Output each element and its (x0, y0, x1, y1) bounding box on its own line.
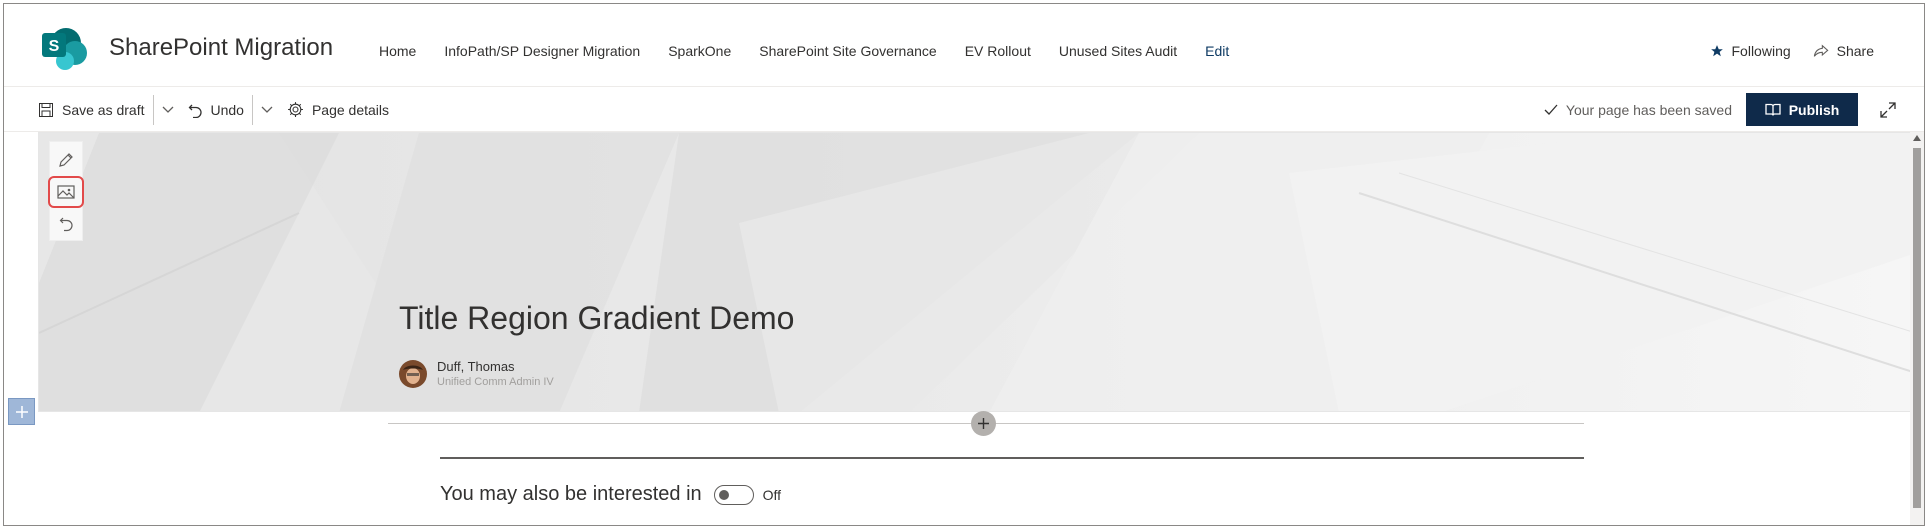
expand-icon (1880, 101, 1896, 118)
change-image-button[interactable] (48, 176, 84, 208)
page-details-button[interactable]: Page details (287, 101, 389, 118)
save-options-dropdown[interactable] (162, 106, 174, 114)
save-as-draft-button[interactable]: Save as draft (38, 102, 145, 118)
header-actions: Following Share (1688, 43, 1874, 59)
chevron-down-icon (261, 106, 273, 113)
publish-button[interactable]: Publish (1746, 93, 1858, 126)
nav-item-infopath-migration[interactable]: InfoPath/SP Designer Migration (444, 43, 640, 59)
undo-button[interactable]: Undo (188, 102, 244, 118)
avatar (399, 359, 427, 388)
vertical-scrollbar[interactable] (1910, 132, 1924, 525)
sharepoint-page-window: S SharePoint Migration Home InfoPath/SP … (3, 3, 1925, 526)
checkmark-icon (1544, 104, 1558, 115)
gear-icon (288, 102, 303, 117)
page-details-label: Page details (311, 101, 390, 118)
expand-button[interactable] (1880, 101, 1896, 118)
sharepoint-logo-icon[interactable]: S (40, 23, 90, 73)
star-filled-icon (1710, 45, 1723, 57)
share-button[interactable]: Share (1813, 43, 1874, 59)
logo-letter: S (49, 38, 60, 55)
page-title[interactable]: Title Region Gradient Demo (399, 300, 794, 337)
following-button[interactable]: Following (1710, 43, 1791, 59)
title-region[interactable]: Title Region Gradient Demo Duff, Thomas … (38, 132, 1915, 412)
toggle-knob (718, 489, 729, 500)
following-label: Following (1731, 43, 1791, 59)
scroll-up-arrow-icon[interactable] (1913, 135, 1921, 141)
author-role: Unified Comm Admin IV (437, 376, 554, 388)
title-region-toolbar (48, 141, 84, 241)
chevron-down-icon (162, 106, 173, 113)
share-label: Share (1836, 43, 1874, 59)
related-section-rule (440, 457, 1584, 459)
image-edit-icon (57, 185, 75, 199)
add-section-button[interactable] (8, 398, 35, 425)
book-icon (1765, 103, 1781, 116)
nav-item-ev-rollout[interactable]: EV Rollout (965, 43, 1031, 59)
nav-item-home[interactable]: Home (379, 43, 416, 59)
site-header: S SharePoint Migration Home InfoPath/SP … (4, 4, 1924, 87)
undo-label: Undo (210, 101, 244, 118)
nav-item-unused-sites-audit[interactable]: Unused Sites Audit (1059, 43, 1177, 59)
toggle-state-label: Off (762, 486, 782, 503)
separator (152, 94, 154, 125)
also-interested-row: You may also be interested in Off (440, 483, 781, 506)
separator (251, 94, 253, 125)
also-interested-heading: You may also be interested in (440, 483, 702, 505)
publish-label: Publish (1788, 101, 1840, 118)
reset-image-button[interactable] (50, 210, 82, 238)
pencil-icon (59, 153, 73, 167)
author-name: Duff, Thomas (437, 359, 515, 374)
edit-title-region-button[interactable] (50, 146, 82, 174)
save-status-text: Your page has been saved (1565, 101, 1732, 118)
add-web-part-button[interactable] (971, 411, 996, 436)
undo-icon (188, 104, 202, 118)
scroll-thumb[interactable] (1913, 148, 1921, 508)
undo-icon (59, 217, 73, 232)
plus-icon (978, 418, 989, 429)
save-status: Your page has been saved (1544, 102, 1732, 118)
also-interested-toggle[interactable] (713, 484, 754, 505)
undo-options-dropdown[interactable] (261, 106, 273, 114)
nav-item-site-governance[interactable]: SharePoint Site Governance (759, 43, 936, 59)
nav-item-sparkone[interactable]: SparkOne (668, 43, 731, 59)
site-title[interactable]: SharePoint Migration (109, 34, 333, 62)
edit-command-bar: Save as draft Undo Page details Your pag… (4, 87, 1924, 132)
top-navigation: Home InfoPath/SP Designer Migration Spar… (379, 43, 1257, 59)
nav-edit-link[interactable]: Edit (1205, 43, 1229, 59)
plus-icon (15, 405, 28, 418)
author-byline: Duff, Thomas Unified Comm Admin IV (399, 359, 554, 388)
share-icon (1813, 44, 1829, 57)
title-background-image (39, 133, 1914, 411)
save-as-draft-label: Save as draft (62, 101, 145, 118)
save-icon (39, 102, 53, 117)
